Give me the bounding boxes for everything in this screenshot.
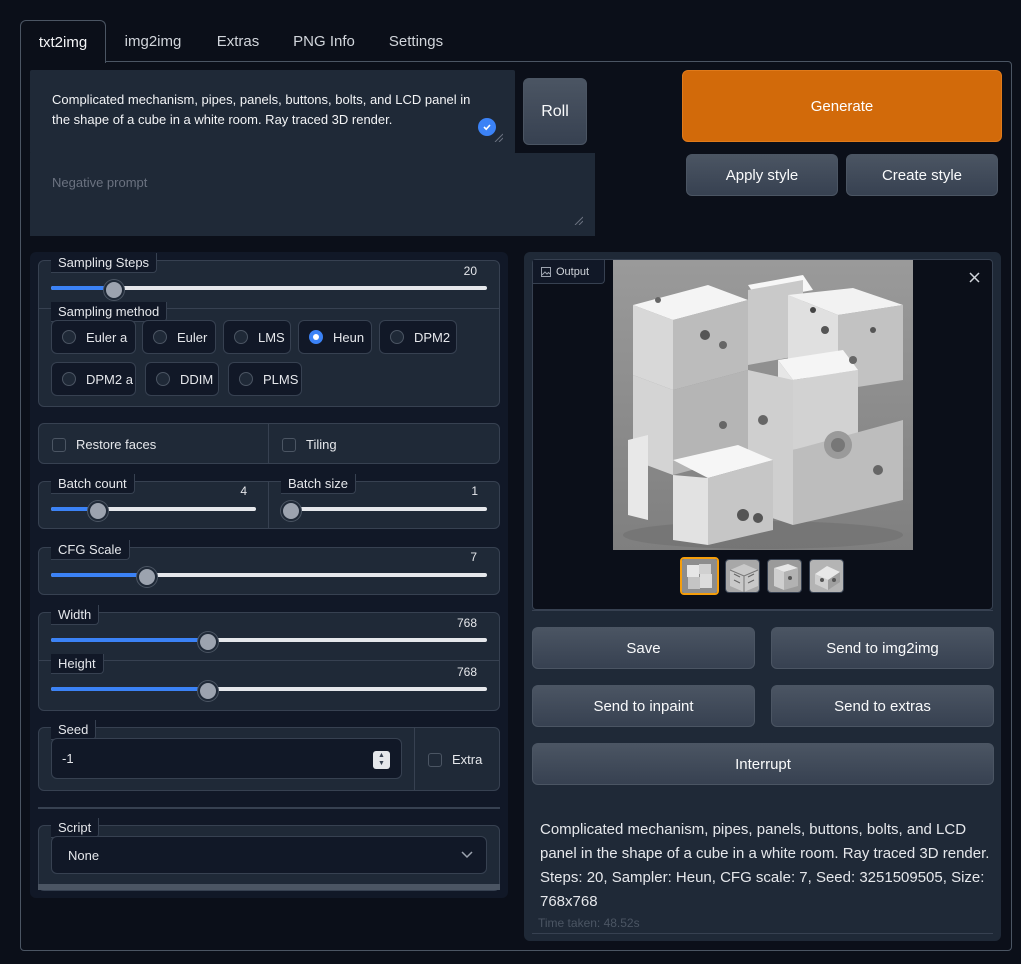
roll-button[interactable]: Roll xyxy=(523,78,587,145)
thumbnail-2[interactable] xyxy=(725,559,760,593)
create-style-button[interactable]: Create style xyxy=(846,154,998,196)
negative-prompt-placeholder: Negative prompt xyxy=(52,175,148,190)
radio-heun[interactable]: Heun xyxy=(298,320,372,354)
chevron-down-icon xyxy=(461,851,473,859)
height-slider[interactable] xyxy=(51,687,487,691)
script-select[interactable]: None xyxy=(51,836,487,874)
cfg-scale-value[interactable]: 7 xyxy=(437,550,477,564)
thumbnail-4[interactable] xyxy=(809,559,844,593)
radio-ddim[interactable]: DDIM xyxy=(145,362,219,396)
batch-count-slider[interactable] xyxy=(51,507,256,511)
tab-png-info[interactable]: PNG Info xyxy=(281,20,367,62)
batch-size-value[interactable]: 1 xyxy=(438,484,478,498)
prompt-text: Complicated mechanism, pipes, panels, bu… xyxy=(52,92,471,127)
batch-count-label: Batch count xyxy=(51,474,135,494)
radio-dpm2-a[interactable]: DPM2 a xyxy=(51,362,136,396)
generate-button[interactable]: Generate xyxy=(682,70,1002,142)
batch-size-knob[interactable] xyxy=(281,501,301,521)
divider xyxy=(38,807,500,809)
time-taken: Time taken: 48.52s xyxy=(538,916,640,930)
height-knob[interactable] xyxy=(198,681,218,701)
dimensions-group xyxy=(38,612,500,711)
script-label: Script xyxy=(51,818,100,838)
apply-style-button[interactable]: Apply style xyxy=(686,154,838,196)
sampling-method-label: Sampling method xyxy=(51,302,168,322)
sampling-steps-label: Sampling Steps xyxy=(51,253,158,273)
divider xyxy=(532,610,993,611)
cfg-scale-slider[interactable] xyxy=(51,573,487,577)
width-slider[interactable] xyxy=(51,638,487,642)
cfg-scale-knob[interactable] xyxy=(137,567,157,587)
restore-faces-checkbox[interactable]: Restore faces xyxy=(52,437,156,452)
thumbnail-1[interactable] xyxy=(680,557,719,595)
save-button[interactable]: Save xyxy=(532,627,755,669)
negative-prompt-textarea[interactable] xyxy=(30,153,595,236)
divider xyxy=(268,424,269,463)
resize-grip-icon[interactable] xyxy=(574,216,583,225)
extra-seed-checkbox[interactable]: Extra xyxy=(428,752,482,767)
image-icon xyxy=(541,266,551,277)
output-label: Output xyxy=(533,260,605,284)
divider xyxy=(38,660,500,661)
divider xyxy=(268,482,269,528)
cfg-scale-label: CFG Scale xyxy=(51,540,130,560)
radio-euler-a[interactable]: Euler a xyxy=(51,320,136,354)
send-to-extras-button[interactable]: Send to extras xyxy=(771,685,994,727)
radio-plms[interactable]: PLMS xyxy=(228,362,302,396)
thumbnail-3[interactable] xyxy=(767,559,802,593)
script-scrollbar[interactable] xyxy=(38,884,500,890)
sampling-steps-value[interactable]: 20 xyxy=(437,264,477,278)
seed-label: Seed xyxy=(51,720,97,740)
width-knob[interactable] xyxy=(198,632,218,652)
generation-info: Complicated mechanism, pipes, panels, bu… xyxy=(540,821,990,910)
seed-input[interactable]: -1 xyxy=(51,738,402,779)
height-label: Height xyxy=(51,654,104,674)
send-to-img2img-button[interactable]: Send to img2img xyxy=(771,627,994,669)
interrupt-button[interactable]: Interrupt xyxy=(532,743,994,785)
batch-size-label: Batch size xyxy=(281,474,356,494)
divider xyxy=(532,933,993,934)
radio-lms[interactable]: LMS xyxy=(223,320,291,354)
send-to-inpaint-button[interactable]: Send to inpaint xyxy=(532,685,755,727)
tab-txt2img[interactable]: txt2img xyxy=(20,20,106,63)
height-value[interactable]: 768 xyxy=(437,665,477,679)
batch-count-value[interactable]: 4 xyxy=(207,484,247,498)
close-icon[interactable] xyxy=(969,272,980,283)
radio-euler[interactable]: Euler xyxy=(142,320,216,354)
generated-image[interactable] xyxy=(613,260,913,550)
radio-dpm2[interactable]: DPM2 xyxy=(379,320,457,354)
tab-img2img[interactable]: img2img xyxy=(110,20,196,62)
width-value[interactable]: 768 xyxy=(437,616,477,630)
tiling-checkbox[interactable]: Tiling xyxy=(282,437,337,452)
batch-size-slider[interactable] xyxy=(281,507,487,511)
tab-settings[interactable]: Settings xyxy=(375,20,457,62)
tab-extras[interactable]: Extras xyxy=(203,20,273,62)
spinner-arrows-icon[interactable]: ▲ ▼ xyxy=(373,751,390,769)
width-label: Width xyxy=(51,605,100,625)
resize-grip-icon[interactable] xyxy=(494,133,503,142)
batch-count-knob[interactable] xyxy=(88,501,108,521)
sampling-steps-knob[interactable] xyxy=(104,280,124,300)
divider xyxy=(414,728,415,790)
